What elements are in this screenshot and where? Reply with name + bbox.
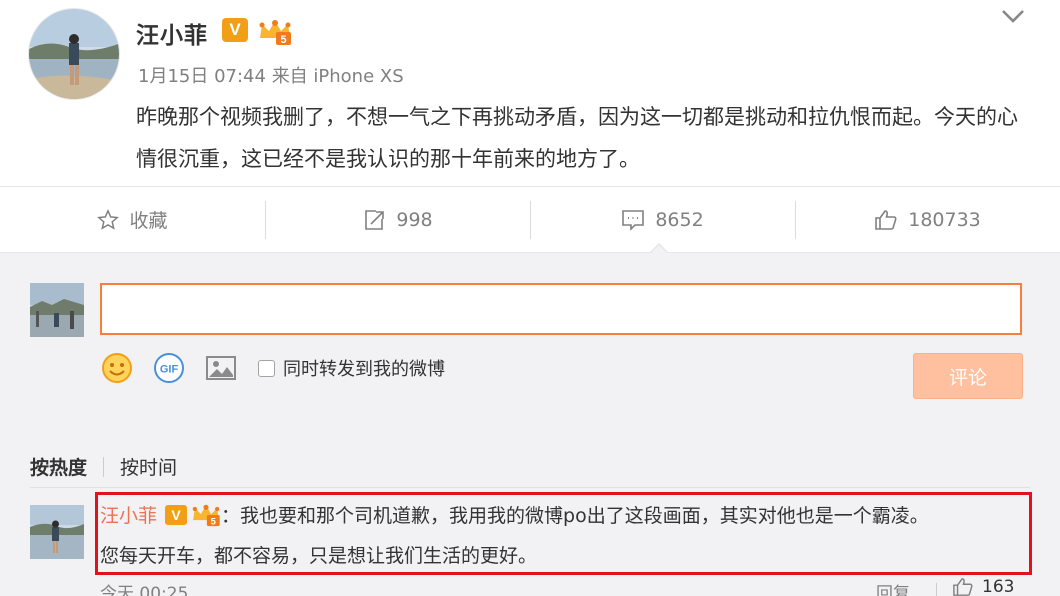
- sort-divider-line: [30, 487, 1030, 488]
- repost-checkbox[interactable]: [258, 359, 275, 377]
- comment-pointer-caret-inner: [651, 245, 667, 253]
- gif-text: GIF: [160, 364, 179, 376]
- comment-like-count: 163: [982, 577, 1015, 596]
- post-timestamp[interactable]: 1月15日 07:44: [138, 66, 266, 87]
- post-action-bar: 收藏 998 8652 180733: [0, 186, 1060, 252]
- repost-option-label[interactable]: 同时转发到我的微博: [283, 355, 445, 381]
- like-button[interactable]: 180733: [795, 187, 1060, 252]
- comment-like-button[interactable]: 163: [952, 577, 1014, 596]
- emoji-icon[interactable]: [100, 351, 134, 385]
- comment-count: 8652: [655, 208, 704, 231]
- thumbs-up-icon: [875, 209, 897, 230]
- favorite-label: 收藏: [129, 210, 168, 232]
- highlight-annotation-box: [95, 492, 1032, 575]
- sort-divider: [103, 456, 105, 477]
- composer-tools: GIF 同时转发到我的微博: [100, 351, 445, 385]
- comment-section: GIF 同时转发到我的微博 评论 按热度 按时间 汪小菲 V 5 ： 我也要和那…: [0, 252, 1060, 596]
- post-meta: 1月15日 07:44 来自 iPhone XS: [138, 62, 404, 88]
- submit-comment-button[interactable]: 评论: [913, 353, 1023, 399]
- weibo-post: 汪小菲 V 5 1月15日 07:44 来自 iPhone XS 昨晚那个视频我…: [0, 0, 1060, 186]
- repost-count: 998: [396, 208, 433, 231]
- comment-input[interactable]: [100, 283, 1022, 335]
- repost-button[interactable]: 998: [265, 187, 530, 252]
- like-count: 180733: [908, 208, 981, 231]
- member-crown-icon: 5: [258, 18, 292, 46]
- image-icon[interactable]: [204, 351, 238, 385]
- author-name[interactable]: 汪小菲: [136, 16, 208, 50]
- post-source: 来自 iPhone XS: [271, 66, 404, 87]
- star-icon: [97, 208, 120, 230]
- commenter-avatar[interactable]: [30, 505, 84, 559]
- author-avatar[interactable]: [28, 8, 120, 100]
- chevron-down-icon[interactable]: [1000, 6, 1026, 26]
- comment-icon: [622, 209, 645, 231]
- current-user-avatar[interactable]: [30, 283, 84, 337]
- comment-time: 今天 00:25: [100, 584, 189, 596]
- favorite-button[interactable]: 收藏: [0, 187, 265, 252]
- repost-icon: [365, 209, 385, 230]
- reply-button[interactable]: 回复: [876, 579, 910, 596]
- member-level: 5: [280, 34, 286, 46]
- verified-badge-icon: V: [222, 18, 248, 42]
- sort-by-hot-tab[interactable]: 按热度: [30, 453, 87, 480]
- comment-action-divider: [936, 583, 937, 596]
- comment-sort-bar: 按热度 按时间: [30, 453, 177, 480]
- gif-icon[interactable]: GIF: [152, 351, 186, 385]
- post-text: 昨晚那个视频我删了，不想一气之下再挑动矛盾，因为这一切都是挑动和拉仇恨而起。今天…: [136, 105, 1018, 171]
- comment-thumbs-up-icon: [953, 578, 973, 596]
- sort-by-time-tab[interactable]: 按时间: [120, 453, 177, 480]
